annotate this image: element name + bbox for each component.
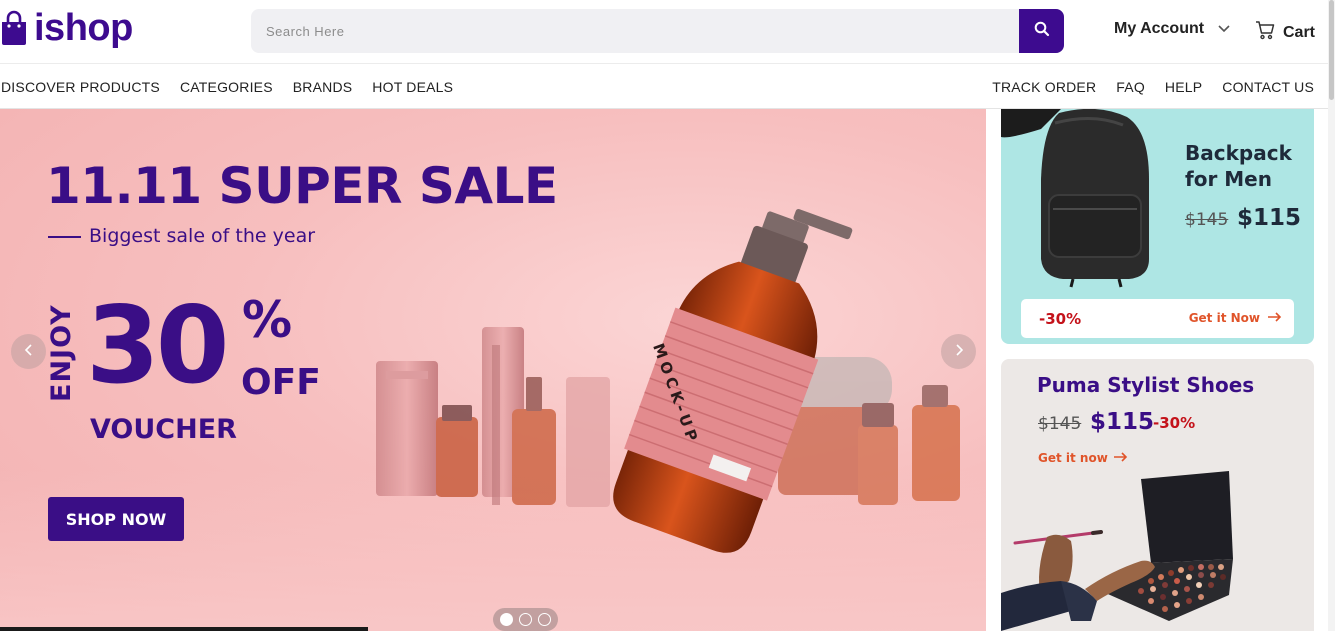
nav-discover-products[interactable]: DISCOVER PRODUCTS [1,79,160,95]
shopping-bag-icon [0,10,28,46]
cart-icon [1255,20,1275,45]
account-label: My Account [1114,20,1205,37]
nav-left: DISCOVER PRODUCTS CATEGORIES BRANDS HOT … [1,64,473,110]
get-it-now-link[interactable]: Get it now [1038,451,1128,465]
discount-badge: -30% [1039,310,1082,328]
arrow-right-icon [1268,311,1282,325]
discount-bar: -30% Get it Now [1021,299,1294,338]
carousel-next-button[interactable] [941,334,976,369]
backpack-image [1001,109,1149,288]
chevron-left-icon [24,343,34,361]
hero-title: 11.11 SUPER SALE [46,157,558,215]
nav-track-order[interactable]: TRACK ORDER [992,79,1096,95]
new-price: $115 [1237,205,1302,231]
shop-now-button[interactable]: SHOP NOW [48,497,184,541]
logo[interactable]: ishop [0,9,133,47]
hero-voucher-text: VOUCHER [90,414,237,445]
hero-percent-sign: % [242,291,293,349]
nav-faq[interactable]: FAQ [1116,79,1145,95]
my-account-menu[interactable]: My Account [1114,20,1230,38]
nav-contact-us[interactable]: CONTACT US [1222,79,1314,95]
carousel-dot-3[interactable] [538,613,551,626]
promo-card-backpack[interactable]: Backpack for Men $145 $115 -30% Get it N… [1001,109,1314,344]
chevron-down-icon [1218,20,1230,38]
hero-off-text: OFF [241,362,321,403]
arrow-right-icon [1113,451,1128,465]
hero-banner: MOCK-UP 11.11 SUPER SALE Biggest sale of… [0,109,986,631]
nav-brands[interactable]: BRANDS [293,79,353,95]
carousel-prev-button[interactable] [11,334,46,369]
cart-button[interactable]: Cart [1255,20,1315,45]
nav-hot-deals[interactable]: HOT DEALS [372,79,453,95]
logo-text: ishop [34,7,133,49]
card-title: Puma Stylist Shoes [1037,373,1255,397]
makeup-palette-image [1001,471,1233,631]
nav-right: TRACK ORDER FAQ HELP CONTACT US [972,64,1314,110]
card-title: Backpack for Men [1185,141,1292,191]
hero-enjoy-text: ENJOY [46,304,77,402]
nav-help[interactable]: HELP [1165,79,1202,95]
search-input[interactable] [251,9,1019,53]
hero-subtitle: Biggest sale of the year [89,225,316,247]
carousel-dot-2[interactable] [519,613,532,626]
search-bar [251,9,1064,53]
promo-card-shoes[interactable]: Puma Stylist Shoes $145 $115 -30% Get it… [1001,359,1314,631]
search-button[interactable] [1019,9,1064,53]
old-price: $145 [1185,210,1229,230]
main-nav: DISCOVER PRODUCTS CATEGORIES BRANDS HOT … [0,63,1328,109]
bottom-overlay-bar [0,627,368,631]
search-icon [1034,21,1050,42]
carousel-dot-1[interactable] [500,613,513,626]
cart-label: Cart [1283,23,1316,41]
carousel-dots [493,608,558,631]
scrollbar-thumb[interactable] [1329,0,1334,100]
get-it-now-link[interactable]: Get it Now [1189,311,1282,325]
old-price: $145 [1038,414,1082,434]
site-header: ishop My Account Cart [0,0,1328,63]
hero-subtitle-dash [48,236,81,238]
hero-discount-amount: 30 [86,284,230,407]
chevron-right-icon [954,343,964,361]
cta-label: Get it now [1038,451,1108,465]
nav-categories[interactable]: CATEGORIES [180,79,273,95]
new-price: $115 [1090,409,1155,435]
cta-label: Get it Now [1188,311,1260,325]
discount-badge: -30% [1153,414,1196,432]
